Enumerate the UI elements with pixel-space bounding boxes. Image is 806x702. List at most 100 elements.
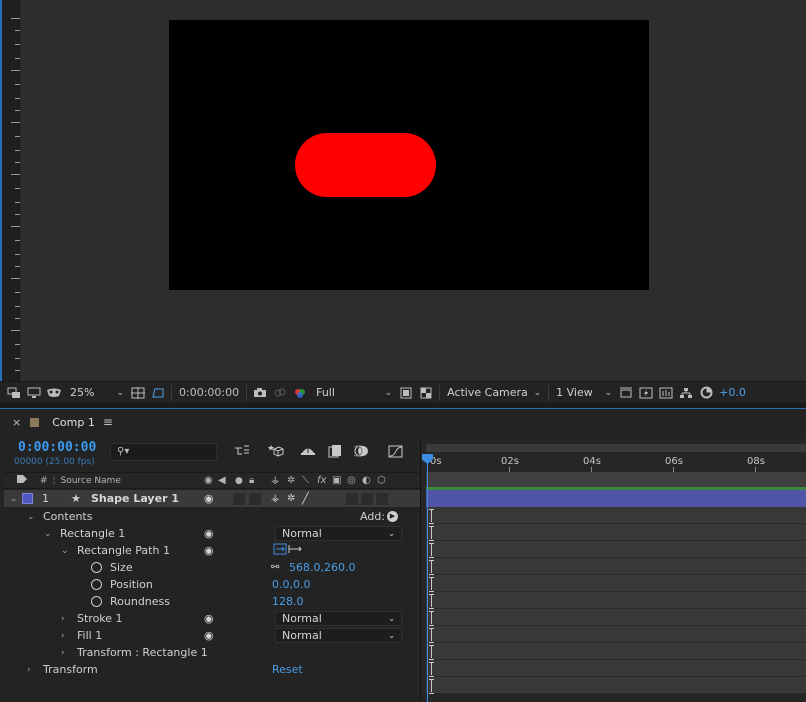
- keyframe-marker[interactable]: [429, 509, 434, 524]
- layer-duration-bar[interactable]: [426, 490, 806, 507]
- keyframe-marker[interactable]: [429, 543, 434, 558]
- lock-box[interactable]: [249, 492, 261, 505]
- frame-blending-icon[interactable]: [325, 444, 345, 460]
- view-layout-dropdown[interactable]: 1 View ⌄: [552, 384, 616, 402]
- always-preview-icon[interactable]: [4, 385, 24, 401]
- motion-blur-switch-icon[interactable]: ◎: [347, 475, 356, 486]
- draft-3d-icon[interactable]: [266, 444, 286, 460]
- solo-box[interactable]: [233, 492, 245, 505]
- transform-row[interactable]: › Transform Reset: [4, 661, 420, 678]
- camera-view-dropdown[interactable]: Active Camera ⌄: [443, 384, 545, 402]
- eye-icon[interactable]: ◉: [204, 612, 214, 625]
- resolution-dropdown[interactable]: Full ⌄: [312, 384, 396, 402]
- stopwatch-icon[interactable]: [91, 596, 102, 607]
- panel-menu-icon[interactable]: ≡: [103, 415, 113, 429]
- rectangle-path-1-row[interactable]: ⌄ Rectangle Path 1 ◉: [4, 542, 420, 559]
- eye-icon[interactable]: ◉: [204, 527, 214, 540]
- exposure-value[interactable]: +0.0: [716, 386, 749, 399]
- shy-switch-icon[interactable]: ⚶: [271, 475, 280, 486]
- quality-switch-icon[interactable]: ⟍: [302, 475, 309, 486]
- add-button-icon[interactable]: ▶: [387, 511, 398, 522]
- viewer-timecode[interactable]: 0:00:00:00: [175, 386, 243, 399]
- transform-rectangle-row[interactable]: › Transform : Rectangle 1: [4, 644, 420, 661]
- fast-previews-icon[interactable]: [636, 385, 656, 401]
- chevron-down-icon[interactable]: ⌄: [44, 529, 52, 539]
- title-action-safe-icon[interactable]: [128, 385, 148, 401]
- switch-box[interactable]: [361, 492, 373, 505]
- chevron-right-icon[interactable]: ›: [61, 614, 65, 624]
- roundness-value[interactable]: 128.0: [272, 595, 304, 608]
- frame-blend-switch-icon[interactable]: ▣: [332, 475, 341, 486]
- chevron-down-icon[interactable]: ⌄: [61, 546, 69, 556]
- time-ruler[interactable]: 0s 02s 04s 06s 08s: [421, 454, 806, 472]
- roundness-property-row[interactable]: Roundness 128.0: [4, 593, 420, 610]
- eye-icon[interactable]: ◉: [204, 629, 214, 642]
- shy-switch-icon[interactable]: ⚶: [271, 493, 280, 504]
- eye-icon[interactable]: ◉: [204, 492, 214, 505]
- zoom-dropdown[interactable]: 25% ⌄: [66, 384, 128, 402]
- time-navigator[interactable]: [426, 444, 806, 452]
- toggle-pixel-aspect-icon[interactable]: [616, 385, 636, 401]
- graph-editor-icon[interactable]: [386, 444, 406, 460]
- hide-shy-layers-icon[interactable]: [298, 444, 318, 460]
- keyframe-marker[interactable]: [429, 611, 434, 626]
- fill-blend-mode-dropdown[interactable]: Normal ⌄: [275, 628, 402, 643]
- reset-exposure-icon[interactable]: [696, 385, 716, 401]
- rounded-rectangle-shape[interactable]: [295, 133, 436, 197]
- composition-canvas[interactable]: [169, 20, 649, 290]
- label-column-icon[interactable]: [16, 474, 28, 487]
- current-time-indicator[interactable]: [427, 454, 428, 702]
- collapse-switch-icon[interactable]: ✲: [287, 475, 295, 486]
- stroke-1-row[interactable]: › Stroke 1 ◉ Normal ⌄: [4, 610, 420, 627]
- position-value[interactable]: 0.0,0.0: [272, 578, 310, 591]
- size-property-row[interactable]: Size ⚯ 568.0,260.0: [4, 559, 420, 576]
- stopwatch-icon[interactable]: [91, 562, 102, 573]
- monitor-icon[interactable]: [24, 385, 44, 401]
- keyframe-marker[interactable]: [429, 594, 434, 609]
- quality-switch-icon[interactable]: ╱: [302, 492, 309, 505]
- chevron-down-icon[interactable]: ⌄: [27, 512, 35, 522]
- size-value[interactable]: 568.0,260.0: [289, 561, 355, 574]
- search-input[interactable]: ⚲▾: [110, 443, 217, 461]
- chevron-right-icon[interactable]: ›: [61, 648, 65, 658]
- color-channels-icon[interactable]: [290, 385, 310, 401]
- motion-blur-icon[interactable]: [351, 444, 372, 460]
- snapshot-camera-icon[interactable]: [250, 385, 270, 401]
- number-column-header[interactable]: #: [40, 476, 48, 486]
- audio-speaker-icon[interactable]: ◀: [218, 475, 226, 486]
- keyframe-marker[interactable]: [429, 662, 434, 677]
- composition-mini-flowchart-icon[interactable]: [232, 444, 252, 460]
- work-area-bar[interactable]: [426, 472, 806, 490]
- time-graph[interactable]: 0s 02s 04s 06s 08s: [420, 439, 806, 702]
- adjustment-layer-icon[interactable]: ◐: [362, 475, 371, 486]
- reset-link[interactable]: Reset: [272, 663, 303, 676]
- rectangle-1-row[interactable]: ⌄ Rectangle 1 ◉ Normal ⌄: [4, 525, 420, 542]
- region-of-interest-icon[interactable]: [396, 385, 416, 401]
- video-eye-icon[interactable]: ◉: [204, 475, 213, 486]
- source-name-column-header[interactable]: Source Name: [61, 476, 121, 486]
- switch-box[interactable]: [376, 492, 388, 505]
- eye-icon[interactable]: ◉: [204, 544, 214, 557]
- position-property-row[interactable]: Position 0.0,0.0: [4, 576, 420, 593]
- show-snapshot-icon[interactable]: [270, 385, 290, 401]
- timeline-icon[interactable]: [656, 385, 676, 401]
- keyframe-marker[interactable]: [429, 645, 434, 660]
- composition-viewer[interactable]: [0, 0, 806, 381]
- layer-label-color[interactable]: [22, 493, 33, 504]
- keyframe-marker[interactable]: [429, 560, 434, 575]
- layer-name[interactable]: Shape Layer 1: [91, 492, 179, 505]
- chevron-down-icon[interactable]: ⌄: [10, 494, 18, 504]
- mask-visibility-icon[interactable]: [44, 385, 64, 401]
- switch-box[interactable]: [346, 492, 358, 505]
- collapse-switch-icon[interactable]: ✲: [287, 493, 295, 504]
- flowchart-icon[interactable]: [676, 385, 696, 401]
- chevron-right-icon[interactable]: ›: [61, 631, 65, 641]
- lock-icon[interactable]: 🔒︎: [249, 475, 254, 486]
- keyframe-marker[interactable]: [429, 679, 434, 694]
- transparency-grid-icon[interactable]: [416, 385, 436, 401]
- constrain-link-icon[interactable]: ⚯: [271, 562, 279, 573]
- keyframe-marker[interactable]: [429, 526, 434, 541]
- path-direction-icon[interactable]: [273, 543, 303, 558]
- chevron-right-icon[interactable]: ›: [27, 665, 31, 675]
- layer-row-shape-layer-1[interactable]: ⌄ 1 ★ Shape Layer 1 ◉ ⚶ ✲ ╱: [4, 490, 420, 507]
